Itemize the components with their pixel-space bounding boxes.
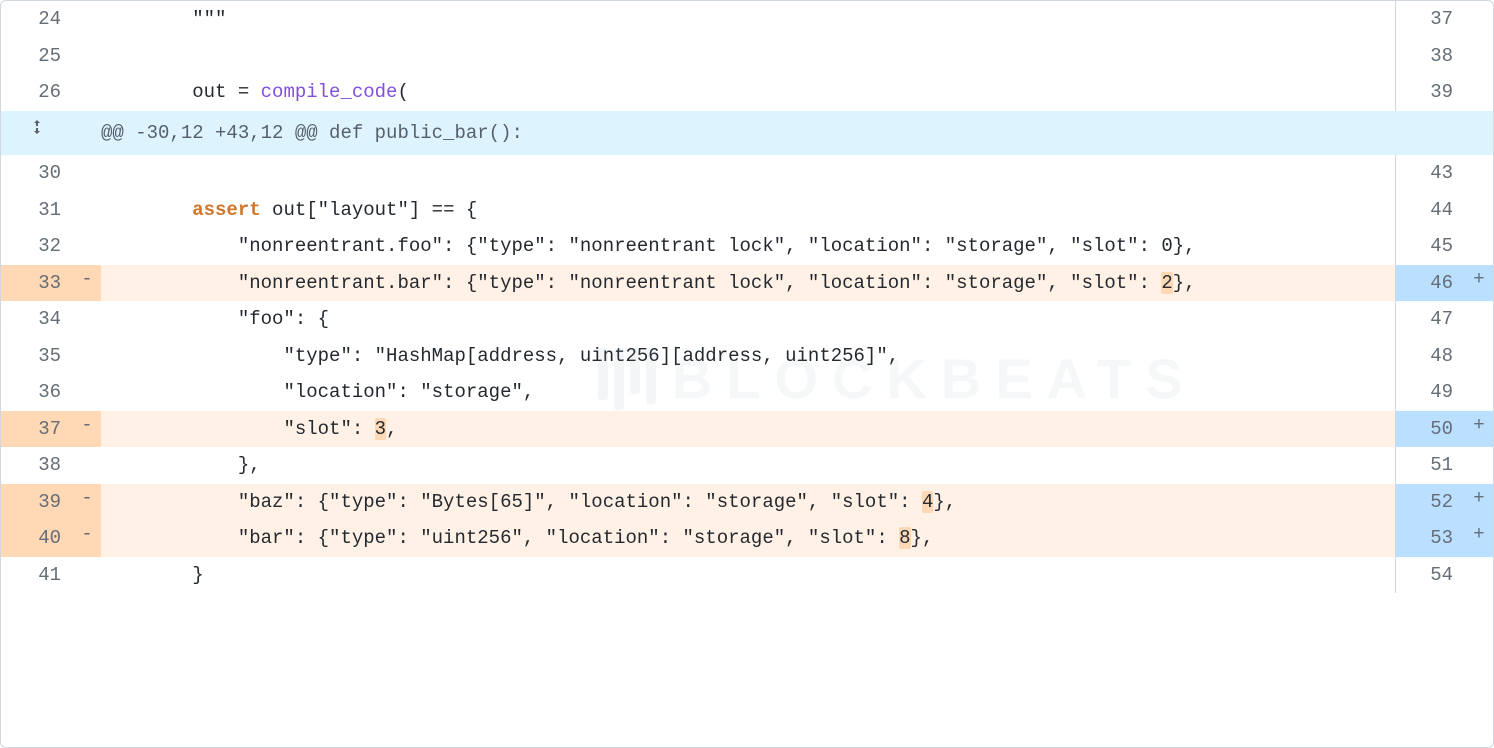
diff-marker-left: -: [73, 520, 101, 557]
diff-marker-right: +: [1465, 265, 1493, 302]
diff-table: 24 """37253826 out = compile_code(39@@ -…: [1, 1, 1493, 593]
diff-row: 38 },51: [1, 447, 1493, 484]
diff-marker-right: +: [1465, 411, 1493, 448]
code-cell: out = compile_code(: [101, 74, 1395, 111]
diff-row: @@ -30,12 +43,12 @@ def public_bar():: [1, 111, 1493, 156]
code-cell: [101, 155, 1395, 192]
diff-row: 26 out = compile_code(39: [1, 74, 1493, 111]
code-cell: "location": "storage",: [101, 374, 1395, 411]
diff-row: 24 """37: [1, 1, 1493, 38]
line-number-left[interactable]: 37: [1, 411, 73, 448]
diff-marker-left: [73, 38, 101, 75]
diff-marker-left: [73, 338, 101, 375]
diff-row: 37- "slot": 3,50+: [1, 411, 1493, 448]
line-number-right[interactable]: 48: [1395, 338, 1465, 375]
code-cell: },: [101, 447, 1395, 484]
line-number-right[interactable]: 39: [1395, 74, 1465, 111]
diff-marker-left: [73, 447, 101, 484]
diff-row: 33- "nonreentrant.bar": {"type": "nonree…: [1, 265, 1493, 302]
line-number-left[interactable]: 26: [1, 74, 73, 111]
diff-marker-left: -: [73, 265, 101, 302]
code-cell: "type": "HashMap[address, uint256][addre…: [101, 338, 1395, 375]
diff-marker-right: [1465, 557, 1493, 594]
diff-marker-right: [1465, 1, 1493, 38]
diff-row: 36 "location": "storage",49: [1, 374, 1493, 411]
line-number-left[interactable]: 24: [1, 1, 73, 38]
line-number-left[interactable]: 40: [1, 520, 73, 557]
diff-marker-left: [73, 1, 101, 38]
code-cell: """: [101, 1, 1395, 38]
line-number-right[interactable]: 45: [1395, 228, 1465, 265]
line-number-left[interactable]: 33: [1, 265, 73, 302]
line-number-right[interactable]: 46: [1395, 265, 1465, 302]
line-number-left[interactable]: 30: [1, 155, 73, 192]
line-number-left[interactable]: 32: [1, 228, 73, 265]
line-number-left[interactable]: 31: [1, 192, 73, 229]
diff-row: 35 "type": "HashMap[address, uint256][ad…: [1, 338, 1493, 375]
diff-marker-left: -: [73, 411, 101, 448]
expand-icon[interactable]: [1, 111, 73, 156]
line-number-right[interactable]: 44: [1395, 192, 1465, 229]
line-number-left[interactable]: 34: [1, 301, 73, 338]
diff-marker-left: [73, 301, 101, 338]
code-cell: "foo": {+: [101, 301, 1395, 338]
line-number-right[interactable]: 37: [1395, 1, 1465, 38]
diff-marker-left: [73, 74, 101, 111]
diff-marker-left: [73, 192, 101, 229]
line-number-left[interactable]: 38: [1, 447, 73, 484]
diff-marker-right: [1465, 374, 1493, 411]
line-number-right[interactable]: 38: [1395, 38, 1465, 75]
diff-marker-right: [1465, 155, 1493, 192]
code-cell: "baz": {"type": "Bytes[65]", "location":…: [101, 484, 1395, 521]
diff-marker-left: [73, 557, 101, 594]
diff-marker-right: +: [1465, 520, 1493, 557]
diff-row: 25 38: [1, 38, 1493, 75]
line-number-right[interactable]: 43: [1395, 155, 1465, 192]
line-number-right[interactable]: 47: [1395, 301, 1465, 338]
line-number-right[interactable]: 51: [1395, 447, 1465, 484]
diff-marker-right: [1465, 228, 1493, 265]
code-cell: "bar": {"type": "uint256", "location": "…: [101, 520, 1395, 557]
line-number-left[interactable]: 36: [1, 374, 73, 411]
line-number-left[interactable]: 25: [1, 38, 73, 75]
code-cell: assert out["layout"] == {: [101, 192, 1395, 229]
diff-marker-right: +: [1465, 484, 1493, 521]
diff-marker-left: [73, 155, 101, 192]
diff-row: 31 assert out["layout"] == {44: [1, 192, 1493, 229]
diff-row: 32 "nonreentrant.foo": {"type": "nonreen…: [1, 228, 1493, 265]
line-number-right[interactable]: 52: [1395, 484, 1465, 521]
diff-marker-left: -: [73, 484, 101, 521]
code-cell: [101, 38, 1395, 75]
diff-marker-right: [1465, 74, 1493, 111]
diff-marker-right: [1465, 447, 1493, 484]
diff-row: 41 }54: [1, 557, 1493, 594]
diff-row: 30 43: [1, 155, 1493, 192]
line-number-right[interactable]: 53: [1395, 520, 1465, 557]
code-cell: "nonreentrant.bar": {"type": "nonreentra…: [101, 265, 1395, 302]
code-cell: }: [101, 557, 1395, 594]
diff-marker-left: [73, 374, 101, 411]
line-number-right[interactable]: 54: [1395, 557, 1465, 594]
line-number-right[interactable]: 50: [1395, 411, 1465, 448]
diff-marker-right: [1465, 192, 1493, 229]
diff-marker-right: [1465, 38, 1493, 75]
line-number-left[interactable]: 35: [1, 338, 73, 375]
diff-row: 34 "foo": {+47: [1, 301, 1493, 338]
hunk-header: @@ -30,12 +43,12 @@ def public_bar():: [101, 111, 1395, 156]
code-cell: "slot": 3,: [101, 411, 1395, 448]
code-cell: "nonreentrant.foo": {"type": "nonreentra…: [101, 228, 1395, 265]
line-number-left[interactable]: 39: [1, 484, 73, 521]
diff-marker-right: [1465, 301, 1493, 338]
line-number-left[interactable]: 41: [1, 557, 73, 594]
diff-marker-left: [73, 228, 101, 265]
diff-view: 24 """37253826 out = compile_code(39@@ -…: [0, 0, 1494, 748]
diff-row: 40- "bar": {"type": "uint256", "location…: [1, 520, 1493, 557]
diff-row: 39- "baz": {"type": "Bytes[65]", "locati…: [1, 484, 1493, 521]
line-number-right[interactable]: 49: [1395, 374, 1465, 411]
diff-marker-right: [1465, 338, 1493, 375]
